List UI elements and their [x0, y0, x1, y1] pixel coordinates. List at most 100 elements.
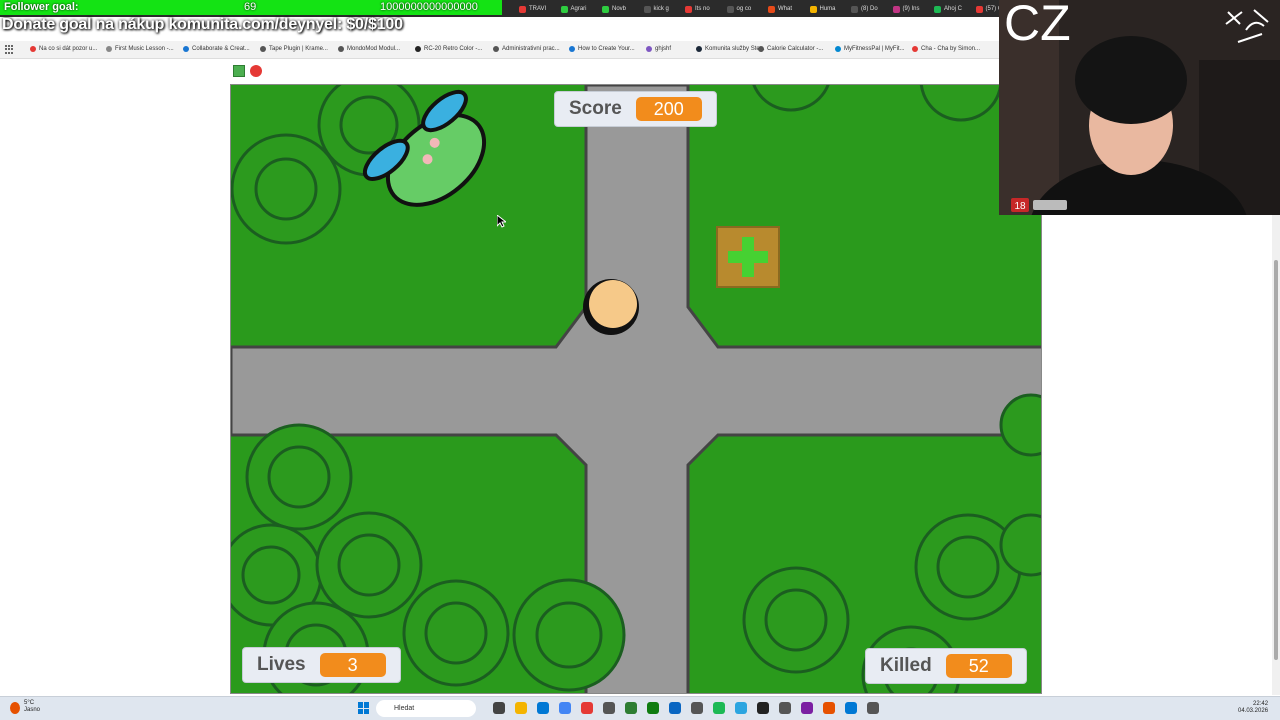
killed-value: 52 — [945, 654, 1012, 678]
bookmark-favicon-icon — [912, 46, 918, 52]
tab-label: (9) Ins — [902, 6, 920, 12]
tab-favicon-icon — [809, 5, 817, 13]
game-stage[interactable]: Score 200 Lives 3 Killed 52 — [230, 84, 1042, 694]
windows-start-icon[interactable] — [358, 702, 370, 714]
browser-tab[interactable]: Ahoj C — [934, 3, 962, 15]
spotify-icon[interactable] — [713, 702, 725, 714]
app-icon[interactable] — [867, 702, 879, 714]
browser-tab[interactable]: (9) Ins — [892, 3, 920, 15]
bookmark-label: ghjshf — [655, 46, 672, 52]
bookmark-item[interactable]: Komunita služby Ste... — [696, 46, 765, 52]
bookmark-item[interactable]: Na co si dát pozor u... — [30, 46, 97, 52]
bookmark-favicon-icon — [569, 46, 575, 52]
bookmark-label: Collaborate & Creat... — [192, 46, 250, 52]
webcam-badges: 18 — [1011, 198, 1067, 212]
health-pickup — [716, 226, 780, 288]
killed-monitor: Killed 52 — [865, 648, 1027, 684]
follower-goal-target: 1000000000000000 — [380, 1, 478, 13]
screen: TRAVI Agrari Novb kick g Its no og co What Huma… — [0, 0, 1280, 720]
tab-label: kick g — [653, 6, 669, 12]
donate-goal-text: Donate goal na nákup komunita.com/deynye… — [2, 16, 403, 33]
tab-label: Huma — [819, 6, 836, 12]
app-icon[interactable] — [801, 702, 813, 714]
app-icon[interactable] — [757, 702, 769, 714]
tab-label: Agrari — [570, 6, 587, 12]
bookmark-item[interactable]: Collaborate & Creat... — [183, 46, 250, 52]
weather-icon — [10, 702, 20, 714]
tab-favicon-icon — [685, 5, 692, 13]
browser-tab[interactable]: Novb — [602, 3, 626, 15]
bookmark-favicon-icon — [758, 46, 764, 52]
bookmark-favicon-icon — [696, 46, 702, 52]
windows-taskbar: 5°C Jasno Hledat 22:42 04.03.2026 — [0, 696, 1280, 720]
bookmark-item[interactable]: Tape Plugin | Krame... — [260, 46, 328, 52]
chrome-icon[interactable] — [559, 702, 571, 714]
bookmark-favicon-icon — [493, 46, 499, 52]
app-icon[interactable] — [603, 702, 615, 714]
bookmark-item[interactable]: ghjshf — [646, 46, 671, 52]
bookmark-item[interactable]: MyFitnessPal | MyFit... — [835, 46, 905, 52]
bookmark-item[interactable]: First Music Lesson -... — [106, 46, 174, 52]
tab-favicon-icon — [560, 5, 568, 13]
bookmark-label: Na co si dát pozor u... — [39, 46, 98, 52]
bookmark-item[interactable]: Administrativní prac... — [493, 46, 560, 52]
task-view-icon[interactable] — [493, 702, 505, 714]
bookmark-favicon-icon — [183, 46, 189, 52]
browser-tab[interactable]: Huma — [809, 3, 836, 15]
bookmark-label: Komunita služby Ste... — [705, 46, 765, 52]
weather-widget[interactable]: 5°C Jasno — [24, 700, 40, 714]
bookmark-favicon-icon — [338, 46, 344, 52]
tab-label: What — [778, 6, 793, 12]
app-icon[interactable] — [669, 702, 681, 714]
app-icon[interactable] — [647, 702, 659, 714]
bookmark-item[interactable]: RC-20 Retro Color -... — [415, 46, 482, 52]
lives-label: Lives — [257, 654, 306, 675]
tab-favicon-icon — [643, 5, 651, 13]
browser-tab[interactable]: kick g — [643, 3, 669, 15]
mail-icon[interactable] — [537, 702, 549, 714]
app-icon[interactable] — [625, 702, 637, 714]
browser-tab[interactable]: TRAVI — [519, 3, 546, 15]
lives-monitor: Lives 3 — [242, 647, 401, 683]
bookmark-label: MondoMod Modul... — [347, 46, 401, 52]
bookmark-item[interactable]: Calorie Calculator -... — [758, 46, 823, 52]
browser-tab[interactable]: What — [768, 3, 792, 15]
signature-logo — [1225, 9, 1269, 43]
bookmark-favicon-icon — [646, 46, 652, 52]
stop-button[interactable] — [250, 65, 262, 77]
green-flag-button[interactable] — [233, 65, 245, 77]
score-label: Score — [569, 98, 622, 119]
bookmark-favicon-icon — [260, 46, 266, 52]
app-icon[interactable] — [691, 702, 703, 714]
score-value: 200 — [635, 97, 702, 121]
browser-tab[interactable]: (8) Do — [851, 3, 878, 15]
bookmark-item[interactable]: How to Create Your... — [569, 46, 635, 52]
app-icon[interactable] — [581, 702, 593, 714]
browser-tab[interactable]: og co — [726, 3, 751, 15]
app-icon[interactable] — [823, 702, 835, 714]
svg-text:18: 18 — [1014, 201, 1026, 212]
browser-tab[interactable]: Its no — [685, 3, 710, 15]
bookmark-label: How to Create Your... — [578, 46, 635, 52]
taskbar-search-box[interactable]: Hledat — [376, 700, 476, 717]
file-explorer-icon[interactable] — [515, 702, 527, 714]
page-scrollbar-thumb[interactable] — [1274, 260, 1278, 660]
browser-tab[interactable]: Agrari — [560, 3, 587, 15]
bookmark-item[interactable]: Cha - Cha by Simon... — [912, 46, 980, 52]
app-icon[interactable] — [779, 702, 791, 714]
tab-favicon-icon — [975, 5, 983, 13]
bookmark-favicon-icon — [415, 46, 421, 52]
app-icon[interactable] — [845, 702, 857, 714]
apps-grid-icon[interactable] — [5, 45, 14, 54]
telegram-icon[interactable] — [735, 702, 747, 714]
mouse-cursor-icon — [497, 215, 506, 228]
killed-label: Killed — [880, 655, 932, 676]
tab-favicon-icon — [934, 5, 941, 13]
bookmark-label: Calorie Calculator -... — [767, 46, 824, 52]
system-clock[interactable]: 22:42 04.03.2026 — [1238, 701, 1268, 715]
weather-desc: Jasno — [24, 707, 41, 713]
clock-time: 22:42 — [1253, 701, 1269, 707]
follower-count: 69 — [244, 1, 257, 13]
bookmark-item[interactable]: MondoMod Modul... — [338, 46, 400, 52]
tab-label: Ahoj C — [944, 6, 963, 12]
